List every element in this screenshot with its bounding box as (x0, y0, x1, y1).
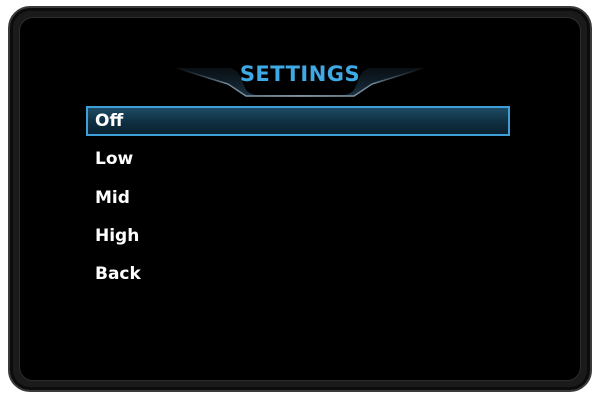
menu-item-high[interactable]: High (86, 221, 510, 251)
settings-menu: Off Low Mid High Back (0, 0, 597, 395)
menu-item-low[interactable]: Low (86, 144, 510, 174)
menu-item-mid[interactable]: Mid (86, 183, 510, 213)
menu-item-off[interactable]: Off (86, 106, 510, 136)
menu-item-back[interactable]: Back (86, 259, 510, 289)
